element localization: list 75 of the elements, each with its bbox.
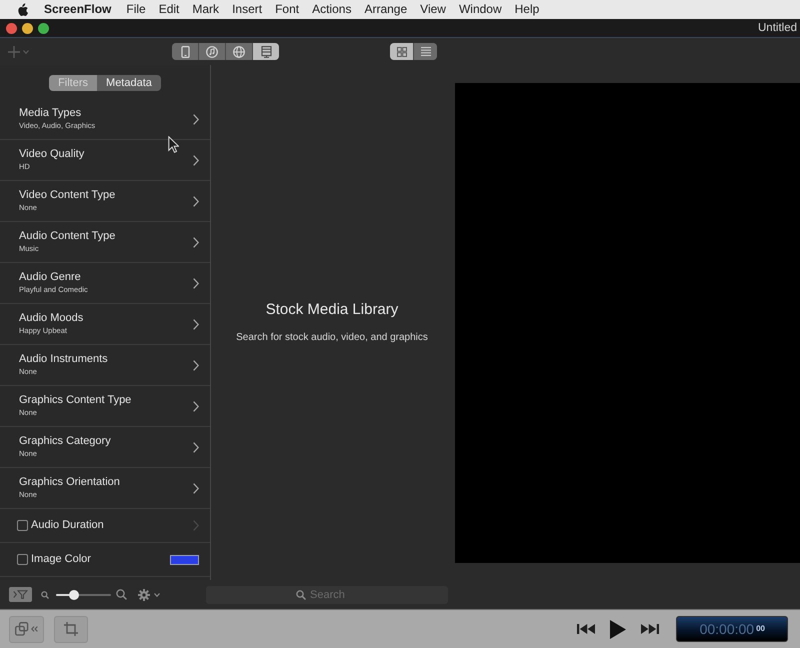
large-magnifier-icon[interactable] xyxy=(116,589,127,600)
source-tab[interactable] xyxy=(226,43,252,60)
filter-title: Graphics Category xyxy=(19,435,111,448)
library-title: Stock Media Library xyxy=(266,301,398,319)
funnel-icon xyxy=(13,590,28,599)
slider-thumb[interactable] xyxy=(69,590,80,600)
chevron-icon xyxy=(193,114,199,124)
stacked-bars-icon xyxy=(260,46,272,58)
caret-icon[interactable] xyxy=(154,592,160,596)
library-subtitle: Search for stock audio, video, and graphics xyxy=(236,332,428,344)
double-chevron-icon xyxy=(31,626,38,632)
layers-icon xyxy=(15,622,29,636)
chevron-icon xyxy=(193,482,199,494)
chevron-icon xyxy=(193,278,199,288)
frames-text: 00 xyxy=(756,624,765,634)
list-icon xyxy=(420,47,430,56)
source-tab[interactable] xyxy=(172,43,198,60)
globe-icon xyxy=(233,46,245,58)
timecode-text: 00:00:00 xyxy=(700,621,754,637)
skip-back-icon[interactable] xyxy=(577,623,596,635)
filter-title: Video Quality xyxy=(19,148,84,161)
menu-item[interactable]: Window xyxy=(458,1,502,18)
menu-item[interactable]: Insert xyxy=(232,1,262,18)
menu-item[interactable]: Font xyxy=(275,1,300,18)
mouse-pointer-icon xyxy=(168,136,179,153)
crop-icon xyxy=(64,622,78,636)
crop-button[interactable] xyxy=(54,616,88,642)
chevron-icon xyxy=(193,236,199,248)
filter-title: Audio Content Type xyxy=(19,230,116,243)
view-mode-button[interactable] xyxy=(414,43,437,60)
source-tab[interactable] xyxy=(199,43,225,60)
filter-title: Audio Instruments xyxy=(19,353,108,366)
filter-button[interactable] xyxy=(9,587,32,602)
chevron-icon xyxy=(193,154,199,166)
chevron-icon xyxy=(193,400,199,412)
color-well[interactable] xyxy=(170,554,199,564)
grid-icon xyxy=(396,46,406,56)
checkbox-label: Image Color xyxy=(31,553,92,566)
search-icon xyxy=(296,590,306,600)
zoom-slider[interactable] xyxy=(56,590,111,600)
chevron-icon xyxy=(193,442,199,452)
phone-icon xyxy=(180,46,190,58)
chevron-icon xyxy=(193,196,199,206)
minimize-button[interactable] xyxy=(22,22,33,34)
menu-item[interactable]: ScreenFlow xyxy=(44,1,112,18)
checkbox[interactable] xyxy=(17,554,28,565)
menu-item[interactable]: Edit xyxy=(158,1,180,18)
source-tab[interactable] xyxy=(253,43,279,60)
apple-icon[interactable] xyxy=(16,2,28,16)
filter-title: Audio Genre xyxy=(19,271,81,284)
filter-title: Graphics Content Type xyxy=(19,394,132,407)
small-magnifier-icon[interactable] xyxy=(41,590,49,598)
music-note-icon xyxy=(206,46,218,58)
layers-button[interactable] xyxy=(9,616,44,642)
view-mode-button[interactable] xyxy=(390,43,413,60)
menu-item[interactable]: View xyxy=(420,1,446,18)
menu-item[interactable]: Mark xyxy=(192,1,220,18)
zoom-button[interactable] xyxy=(38,22,49,34)
menu-item[interactable]: File xyxy=(126,1,146,18)
play-icon[interactable] xyxy=(610,620,626,638)
gear-icon[interactable] xyxy=(138,588,150,600)
menu-item[interactable]: Arrange xyxy=(364,1,408,18)
filter-title: Graphics Orientation xyxy=(19,476,120,489)
skip-forward-icon[interactable] xyxy=(640,623,659,635)
checkbox-label: Audio Duration xyxy=(31,519,105,532)
close-button[interactable] xyxy=(6,22,17,34)
panel-tab[interactable]: Metadata xyxy=(97,75,161,91)
filter-title: Media Types xyxy=(19,107,82,120)
filter-title: Audio Moods xyxy=(19,312,84,325)
menu-item[interactable]: Actions xyxy=(312,1,352,18)
window-title: Untitled xyxy=(758,22,797,34)
chevron-icon xyxy=(193,318,199,330)
filter-title: Video Content Type xyxy=(19,189,116,202)
chevron-icon xyxy=(193,360,199,370)
menu-item[interactable]: Help xyxy=(514,1,540,18)
